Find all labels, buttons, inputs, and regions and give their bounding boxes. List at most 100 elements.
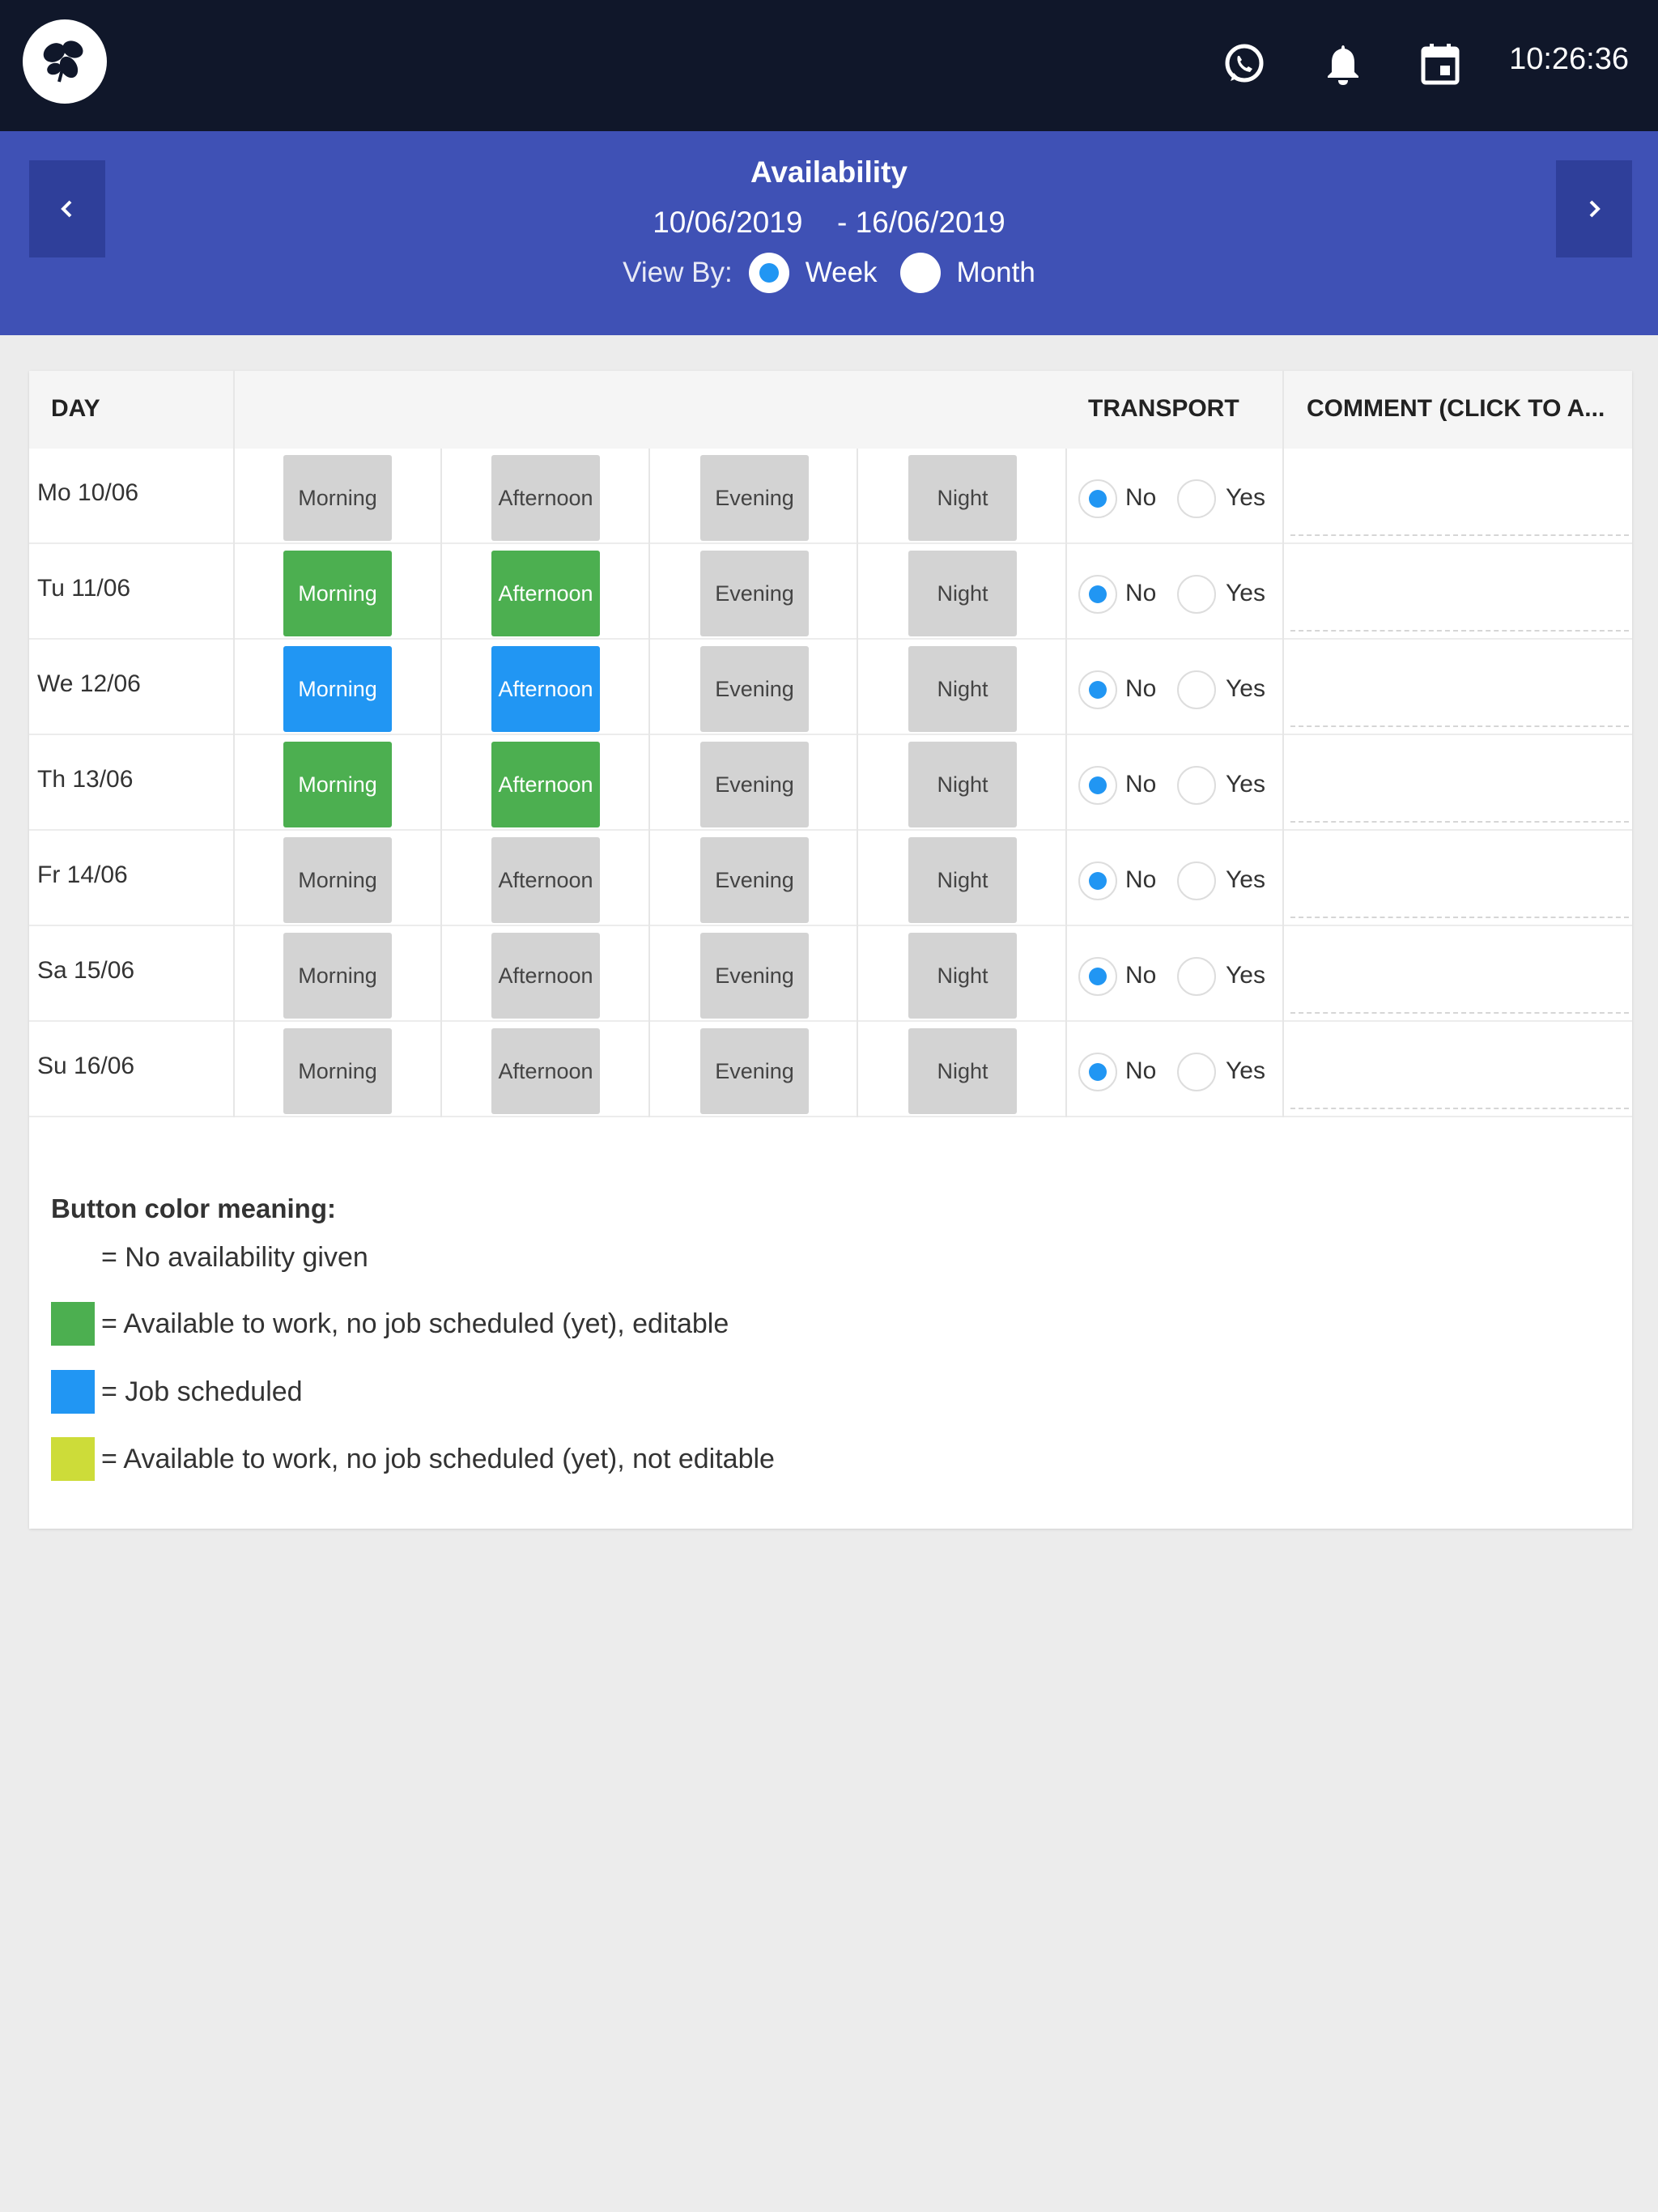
availability-header: Availability 10/06/2019 - 16/06/2019 Vie… [0,131,1658,335]
day-label: Mo 10/06 [37,479,139,506]
morning-slot-button[interactable]: Morning [283,646,392,732]
evening-slot-button[interactable]: Evening [700,1028,809,1114]
table-row: We 12/06 Morning Afternoon Evening Night No Ye… [29,640,1632,735]
evening-slot-button[interactable]: Evening [700,455,809,541]
week-label: Week [805,257,878,288]
evening-slot-button[interactable]: Evening [700,837,809,923]
view-month-option[interactable]: Month [899,253,1035,293]
transport-no-radio[interactable] [1078,479,1117,518]
transport-yes-label: Yes [1226,580,1265,606]
date-from: 10/06/2019 [653,206,803,239]
column-divider [1065,449,1067,1117]
comment-field[interactable] [1290,630,1629,632]
evening-slot-button[interactable]: Evening [700,551,809,636]
night-slot-button[interactable]: Night [908,551,1017,636]
day-label: Fr 14/06 [37,861,128,888]
bell-icon[interactable] [1320,40,1367,87]
transport-yes-label: Yes [1226,866,1265,893]
transport-yes-label: Yes [1226,771,1265,798]
day-label: We 12/06 [37,670,141,697]
afternoon-slot-button[interactable]: Afternoon [491,837,600,923]
transport-yes-radio[interactable] [1177,479,1216,518]
transport-no-radio[interactable] [1078,670,1117,709]
legend-text-available: = Available to work, no job scheduled (y… [101,1308,729,1339]
column-divider [648,449,650,1117]
comment-field[interactable] [1290,1108,1629,1109]
page-title: Availability [750,155,908,189]
morning-slot-button[interactable]: Morning [283,551,392,636]
transport-yes-radio[interactable] [1177,670,1216,709]
chevron-right-icon [1589,200,1601,218]
transport-yes-radio[interactable] [1177,575,1216,614]
transport-yes-label: Yes [1226,1057,1265,1084]
morning-slot-button[interactable]: Morning [283,742,392,827]
view-week-option[interactable]: Week [748,253,878,293]
night-slot-button[interactable]: Night [908,646,1017,732]
afternoon-slot-button[interactable]: Afternoon [491,455,600,541]
afternoon-slot-button[interactable]: Afternoon [491,1028,600,1114]
night-slot-button[interactable]: Night [908,933,1017,1019]
night-slot-button[interactable]: Night [908,742,1017,827]
table-row: Tu 11/06 Morning Afternoon Evening Night No Ye… [29,544,1632,640]
next-week-button[interactable] [1556,160,1632,257]
morning-slot-button[interactable]: Morning [283,455,392,541]
transport-yes-label: Yes [1226,484,1265,511]
afternoon-slot-button[interactable]: Afternoon [491,551,600,636]
night-slot-button[interactable]: Night [908,1028,1017,1114]
clover-logo[interactable] [23,19,107,104]
comment-column-header: COMMENT (CLICK TO A... [1307,395,1605,422]
transport-no-label: No [1125,771,1157,798]
transport-no-radio[interactable] [1078,1053,1117,1091]
comment-field[interactable] [1290,534,1629,536]
comment-field[interactable] [1290,1012,1629,1014]
month-radio[interactable] [899,253,941,293]
whatsapp-icon[interactable] [1221,40,1268,87]
transport-no-label: No [1125,580,1157,606]
table-header: DAY TRANSPORT COMMENT (CLICK TO A... [29,371,1632,449]
afternoon-slot-button[interactable]: Afternoon [491,646,600,732]
night-slot-button[interactable]: Night [908,837,1017,923]
evening-slot-button[interactable]: Evening [700,646,809,732]
table-row: Sa 15/06 Morning Afternoon Evening Night No Ye… [29,926,1632,1022]
legend-swatch-scheduled [51,1370,95,1414]
day-label: Sa 15/06 [37,957,135,984]
column-divider [1282,371,1284,1117]
afternoon-slot-button[interactable]: Afternoon [491,742,600,827]
transport-no-label: No [1125,675,1157,702]
afternoon-slot-button[interactable]: Afternoon [491,933,600,1019]
evening-slot-button[interactable]: Evening [700,933,809,1019]
transport-yes-label: Yes [1226,675,1265,702]
transport-yes-radio[interactable] [1177,861,1216,900]
legend-text-not-editable: = Available to work, no job scheduled (y… [101,1443,775,1474]
month-label: Month [956,257,1035,288]
transport-yes-radio[interactable] [1177,957,1216,996]
transport-no-label: No [1125,962,1157,989]
legend-text-unset: = No availability given [101,1241,368,1273]
date-to: - 16/06/2019 [836,206,1005,239]
column-divider [857,449,858,1117]
transport-yes-radio[interactable] [1177,1053,1216,1091]
calendar-icon[interactable] [1417,40,1464,87]
availability-card: DAY TRANSPORT COMMENT (CLICK TO A... Mo … [29,371,1632,1529]
week-radio[interactable] [748,253,789,293]
transport-no-radio[interactable] [1078,766,1117,805]
transport-no-radio[interactable] [1078,575,1117,614]
morning-slot-button[interactable]: Morning [283,837,392,923]
morning-slot-button[interactable]: Morning [283,1028,392,1114]
morning-slot-button[interactable]: Morning [283,933,392,1019]
table-row: Fr 14/06 Morning Afternoon Evening Night No Ye… [29,831,1632,926]
comment-field[interactable] [1290,917,1629,918]
column-divider [440,449,442,1117]
transport-yes-radio[interactable] [1177,766,1216,805]
comment-field[interactable] [1290,821,1629,823]
comment-field[interactable] [1290,725,1629,727]
clock-time: 10:26:36 [1509,42,1629,76]
date-range: 10/06/2019 - 16/06/2019 [0,206,1658,240]
night-slot-button[interactable]: Night [908,455,1017,541]
evening-slot-button[interactable]: Evening [700,742,809,827]
table-row: Mo 10/06 Morning Afternoon Evening Night No Ye… [29,449,1632,544]
transport-no-radio[interactable] [1078,861,1117,900]
top-bar: 10:26:36 [0,0,1658,131]
day-label: Tu 11/06 [37,575,131,602]
transport-no-radio[interactable] [1078,957,1117,996]
